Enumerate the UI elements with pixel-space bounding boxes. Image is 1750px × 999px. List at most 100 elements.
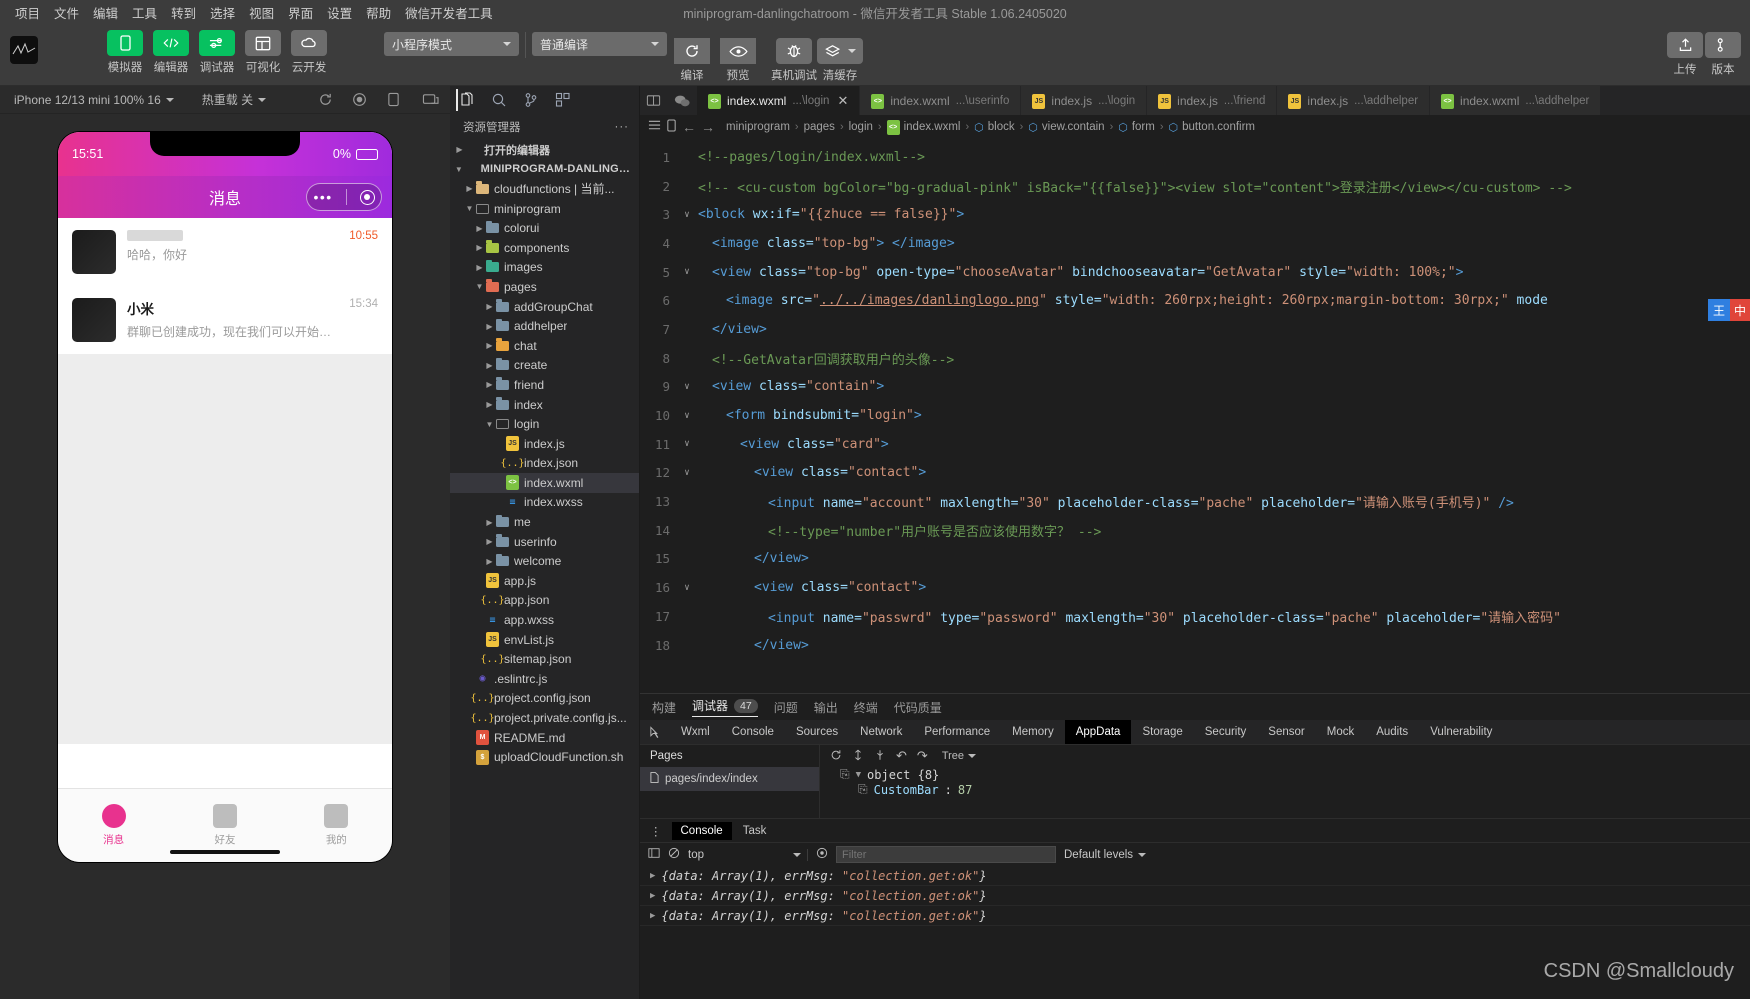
menu-item-8[interactable]: 设置: [320, 0, 359, 25]
breadcrumb-item-3[interactable]: <> index.wxml: [886, 119, 960, 135]
breadcrumb-item-6[interactable]: ⬡ form: [1118, 121, 1155, 134]
menu-item-10[interactable]: 微信开发者工具: [398, 0, 500, 25]
tree-item-me[interactable]: ▶ me: [450, 512, 639, 532]
files-icon[interactable]: [456, 89, 478, 111]
devtools-tab-Storage[interactable]: Storage: [1131, 720, 1193, 744]
fold-arrow-icon[interactable]: ∨: [680, 439, 694, 449]
twisty-icon[interactable]: ▶: [484, 380, 495, 389]
menu-item-5[interactable]: 选择: [203, 0, 242, 25]
twisty-icon[interactable]: ▶: [484, 518, 495, 527]
inspect-element-icon[interactable]: [640, 720, 670, 744]
breadcrumb-item-7[interactable]: ⬡ button.confirm: [1169, 121, 1255, 134]
back-arrow-icon[interactable]: ←: [682, 119, 696, 135]
tree-item-index-wxml[interactable]: <> index.wxml: [450, 473, 639, 493]
compile-select[interactable]: 普通编译: [532, 32, 667, 56]
tree-item-miniprogram[interactable]: ▼ miniprogram: [450, 199, 639, 219]
devtools-tab-Performance[interactable]: Performance: [913, 720, 1001, 744]
editor-tab-3[interactable]: JS index.js ...\friend: [1147, 86, 1278, 115]
twisty-icon[interactable]: ▶: [464, 184, 475, 193]
wechat-icon[interactable]: [668, 86, 697, 115]
forward-arrow-icon[interactable]: →: [701, 119, 715, 135]
toolbar-云开发[interactable]: 云开发: [286, 30, 332, 75]
refresh-icon[interactable]: [830, 749, 842, 764]
twisty-icon[interactable]: ▶: [484, 341, 495, 350]
tree-item-login[interactable]: ▼ login: [450, 414, 639, 434]
editor-tab-5[interactable]: <> index.wxml ...\addhelper: [1430, 86, 1602, 115]
twisty-icon[interactable]: ▼: [454, 165, 464, 174]
hotreload-select[interactable]: 热重载 关: [182, 91, 274, 108]
devtools-tab-Sensor[interactable]: Sensor: [1257, 720, 1315, 744]
split-editor-icon[interactable]: [640, 86, 668, 115]
outline-icon[interactable]: [648, 119, 661, 135]
twisty-icon[interactable]: ▶: [484, 322, 495, 331]
panel-tab-调试器[interactable]: 调试器 47: [692, 697, 758, 717]
tree-item-index-json[interactable]: {..} index.json: [450, 454, 639, 474]
appdata-root[interactable]: ⎘ ▼ object {8}: [840, 767, 1750, 782]
tree-item-readme-md[interactable]: M README.md: [450, 728, 639, 748]
twisty-icon[interactable]: ▼: [484, 420, 495, 429]
panel-tab-输出[interactable]: 输出: [814, 699, 838, 716]
twisty-icon[interactable]: ▶: [484, 557, 495, 566]
tree-item-app-json[interactable]: {..} app.json: [450, 591, 639, 611]
tree-item-app-wxss[interactable]: ≡ app.wxss: [450, 610, 639, 630]
toolbar-版本[interactable]: 版本: [1705, 32, 1741, 77]
menu-item-1[interactable]: 文件: [47, 0, 86, 25]
sidebar-toggle-icon[interactable]: [648, 847, 660, 862]
toolbar-预览[interactable]: 预览: [715, 30, 761, 83]
devtools-tab-Memory[interactable]: Memory: [1001, 720, 1065, 744]
close-icon[interactable]: ✕: [837, 93, 848, 109]
devtools-tab-Wxml[interactable]: Wxml: [670, 720, 721, 744]
tree-item-pages[interactable]: ▼ pages: [450, 277, 639, 297]
chat-list-item[interactable]: 哈哈，你好 10:55: [58, 218, 392, 286]
undo-icon[interactable]: ↶: [896, 748, 907, 764]
tree-item-friend[interactable]: ▶ friend: [450, 375, 639, 395]
screenshot-icon[interactable]: [410, 92, 450, 107]
tree-item-chat[interactable]: ▶ chat: [450, 336, 639, 356]
more-options-icon[interactable]: ⋮: [644, 824, 668, 838]
twisty-icon[interactable]: ▶: [484, 537, 495, 546]
fold-arrow-icon[interactable]: ∨: [680, 267, 694, 277]
tree-item-addgroupchat[interactable]: ▶ addGroupChat: [450, 297, 639, 317]
tabbar-item-消息[interactable]: 消息: [58, 789, 169, 862]
editor-tab-2[interactable]: JS index.js ...\login: [1021, 86, 1148, 115]
fold-arrow-icon[interactable]: ∨: [680, 382, 694, 392]
tree-item-------[interactable]: ▶ 打开的编辑器: [450, 140, 639, 160]
tree-item-app-js[interactable]: JS app.js: [450, 571, 639, 591]
menu-item-9[interactable]: 帮助: [359, 0, 398, 25]
menu-item-4[interactable]: 转到: [164, 0, 203, 25]
menu-item-6[interactable]: 视图: [242, 0, 281, 25]
toolbar-模拟器[interactable]: 模拟器: [102, 30, 148, 75]
ellipsis-icon[interactable]: ···: [615, 121, 630, 133]
breadcrumb-item-2[interactable]: login: [849, 121, 873, 133]
search-icon[interactable]: [488, 89, 510, 111]
console-tab-Task[interactable]: Task: [734, 822, 776, 840]
expand-all-icon[interactable]: [852, 749, 864, 764]
console-message[interactable]: ▶ {data: Array(1), errMsg: "collection.ge…: [640, 866, 1750, 886]
wechat-capsule[interactable]: •••: [306, 183, 382, 211]
editor-tab-1[interactable]: <> index.wxml ...\userinfo: [860, 86, 1022, 115]
fold-arrow-icon[interactable]: ∨: [680, 583, 694, 593]
tree-item-userinfo[interactable]: ▶ userinfo: [450, 532, 639, 552]
tree-item--eslintrc-js[interactable]: ◉ .eslintrc.js: [450, 669, 639, 689]
breadcrumb-item-1[interactable]: pages: [804, 121, 835, 133]
twisty-icon[interactable]: ▶: [484, 400, 495, 409]
extensions-icon[interactable]: [552, 89, 574, 111]
device-select[interactable]: iPhone 12/13 mini 100% 16: [0, 93, 182, 107]
menu-item-0[interactable]: 项目: [8, 0, 47, 25]
devtools-tab-Network[interactable]: Network: [849, 720, 913, 744]
breadcrumb-item-5[interactable]: ⬡ view.contain: [1028, 121, 1104, 134]
tree-item-project-private-config-js---[interactable]: {..} project.private.config.js...: [450, 708, 639, 728]
menu-item-2[interactable]: 编辑: [86, 0, 125, 25]
appdata-view-select[interactable]: Tree: [942, 750, 977, 762]
devtools-tab-Console[interactable]: Console: [721, 720, 785, 744]
phone-preview-icon[interactable]: [666, 119, 677, 135]
source-control-icon[interactable]: [520, 89, 542, 111]
toolbar-编辑器[interactable]: 编辑器: [148, 30, 194, 75]
tree-item-sitemap-json[interactable]: {..} sitemap.json: [450, 649, 639, 669]
editor-tab-4[interactable]: JS index.js ...\addhelper: [1277, 86, 1431, 115]
chat-list-item[interactable]: 小米 群聊已创建成功，现在我们可以开始聊... 15:34: [58, 286, 392, 354]
tree-item-miniprogram-danlingchat---[interactable]: ▼ MINIPROGRAM-DANLINGCHAT...: [450, 160, 639, 180]
toolbar-上传[interactable]: 上传: [1662, 32, 1708, 77]
fold-arrow-icon[interactable]: ∨: [680, 468, 694, 478]
expand-arrow-icon[interactable]: ▶: [650, 871, 655, 881]
